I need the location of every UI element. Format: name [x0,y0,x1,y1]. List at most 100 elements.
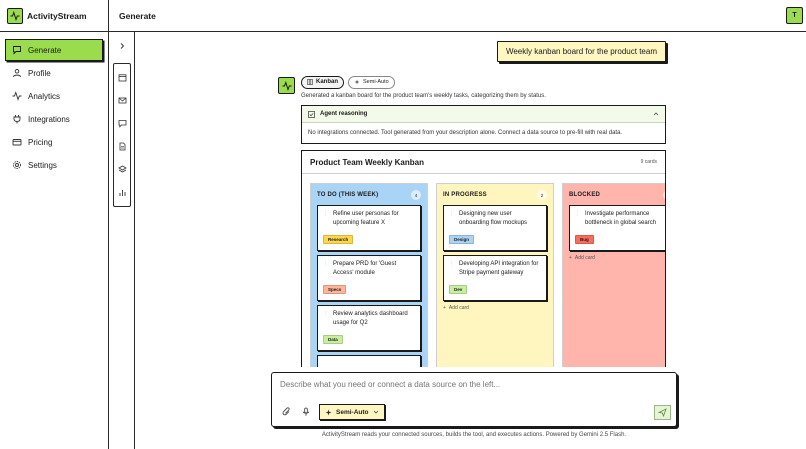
kanban-board: Product Team Weekly Kanban 9 cards TO DO… [301,150,666,367]
card-title: Prepare PRD for 'Guest Access' module [333,261,397,277]
drag-handle-icon[interactable]: ⋮ [449,211,454,217]
sparkle-icon [325,409,332,415]
sidebar-item-pricing[interactable]: Pricing [5,131,103,153]
response-tags: Kanban Semi-Auto [301,75,666,89]
chart-source-button[interactable] [116,187,128,199]
composer-tools: Semi-Auto [281,404,385,420]
conversation-area: Weekly kanban board for the product team… [135,32,806,367]
column-header: BLOCKED 1 [569,189,665,201]
card-tag: Research [323,235,354,245]
card-icon [12,137,22,147]
kanban-column-in-progress: IN PROGRESS 2 ⋮ Designing new user onboa… [436,183,554,367]
sidebar-item-settings[interactable]: Settings [5,154,103,176]
brain-icon [308,110,315,118]
app-name: ActivityStream [27,10,87,21]
sidebar-nav: Generate Profile Analytics Integrations … [0,32,108,184]
document-icon [119,142,125,151]
drag-handle-icon[interactable]: ⋮ [323,261,328,267]
column-count: 4 [411,190,421,201]
send-icon [658,408,667,417]
plus-icon: + [443,305,446,312]
drag-handle-icon[interactable]: ⋮ [323,211,328,217]
mail-icon [118,97,126,104]
activity-icon [282,80,291,91]
kanban-card-count: 9 cards [640,159,657,166]
chevron-down-icon [373,410,378,414]
gear-icon [12,160,22,170]
sidebar-item-analytics[interactable]: Analytics [5,85,103,107]
add-card-button[interactable]: + Add card [443,305,547,311]
response-description: Generated a kanban board for the product… [301,93,546,99]
card-tag: Bug [575,235,594,245]
layers-source-button[interactable] [116,164,128,176]
column-title: IN PROGRESS [443,192,487,199]
agent-reasoning-title: Agent reasoning [320,111,368,117]
agent-reasoning-panel: Agent reasoning No integrations connecte… [301,105,666,145]
kanban-columns: TO DO (THIS WEEK) 4 ⋮ Refine user person… [310,183,665,367]
mode-label: Semi-Auto [363,79,389,85]
calendar-source-button[interactable] [116,72,128,84]
column-count: 1 [663,190,665,201]
voice-button[interactable] [300,407,311,418]
add-card-button[interactable]: + Add card [569,255,665,262]
kanban-card[interactable]: ⋮ Review analytics dashboard usage for Q… [317,305,421,352]
prompt-input[interactable] [280,380,660,389]
drag-handle-icon[interactable]: ⋮ [323,311,328,317]
card-tag: Dev [449,285,468,295]
user-message: Weekly kanban board for the product team [496,41,666,62]
kanban-header: Product Team Weekly Kanban 9 cards [302,151,665,175]
brand[interactable]: ActivityStream [0,0,108,32]
sidebar-item-label: Generate [28,45,62,55]
sidebar-item-label: Profile [28,68,51,78]
mode-selector-label: Semi-Auto [336,408,369,416]
message-source-button[interactable] [116,118,128,130]
plus-icon: + [569,255,572,262]
mail-source-button[interactable] [116,95,128,107]
kanban-card[interactable]: ⋮ Investigate performance bottleneck in … [569,205,665,252]
source-icon-group [113,63,131,207]
sidebar-item-integrations[interactable]: Integrations [5,108,103,130]
top-header: Generate T [109,0,806,32]
source-rail [109,32,135,449]
expand-rail-button[interactable] [116,40,128,52]
sidebar-item-profile[interactable]: Profile [5,62,103,84]
sidebar-item-generate[interactable]: Generate [5,39,103,61]
drag-handle-icon[interactable]: ⋮ [449,261,454,267]
sidebar-item-label: Pricing [28,137,53,147]
message-icon [118,120,126,128]
card-tag: Specs [323,285,347,295]
chat-icon [12,45,22,55]
column-title: BLOCKED [569,192,601,199]
plug-icon [12,114,22,124]
agent-reasoning-toggle[interactable]: Agent reasoning [302,106,665,123]
card-title: Designing new user onboarding flow mocku… [459,211,528,227]
paperclip-icon [282,407,290,416]
assistant-response: Kanban Semi-Auto Generated a kanban boar… [301,75,666,367]
layers-icon [117,165,127,173]
mode-badge: Semi-Auto [348,75,395,89]
add-card-label: Add card [448,305,469,312]
column-count: 2 [537,190,547,201]
kanban-card[interactable]: ⋮ Designing new user onboarding flow moc… [443,205,547,252]
kanban-card[interactable]: ⋮ Prepare PRD for 'Guest Access' module … [317,255,421,302]
user-avatar[interactable]: T [786,7,803,24]
kanban-card[interactable]: ⋮ Refine user personas for upcoming feat… [317,205,421,252]
chart-icon [119,190,125,196]
sparkle-icon [354,79,360,85]
sidebar-item-label: Integrations [28,114,70,124]
attach-button[interactable] [281,407,292,418]
send-button[interactable] [654,405,671,420]
tool-type-label: Kanban [316,79,339,85]
microphone-icon [302,407,309,416]
column-header: TO DO (THIS WEEK) 4 [317,189,421,201]
kanban-card[interactable]: ⋮ Developing API integration for Stripe … [443,255,547,302]
drag-handle-icon[interactable]: ⋮ [575,211,580,217]
mode-selector[interactable]: Semi-Auto [319,404,385,420]
column-header: IN PROGRESS 2 [443,189,547,201]
card-title: Developing API integration for Stripe pa… [459,261,539,277]
activity-logo-icon [7,7,23,24]
kanban-card-partial[interactable] [317,355,421,367]
card-tag: Design [449,235,475,245]
document-source-button[interactable] [116,141,128,153]
activity-icon [12,91,22,101]
